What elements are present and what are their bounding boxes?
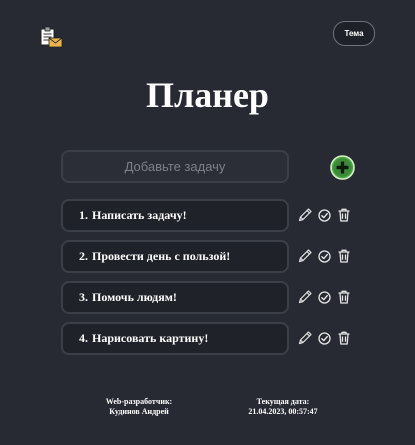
task-actions: [297, 247, 357, 265]
task-text: Нарисовать картину!: [92, 331, 209, 345]
theme-toggle-button[interactable]: Тема: [333, 21, 375, 46]
task-item[interactable]: 3. Помочь людям!: [61, 281, 289, 314]
trash-icon[interactable]: [336, 330, 352, 346]
trash-icon[interactable]: [336, 289, 352, 305]
check-circle-icon[interactable]: [318, 331, 331, 345]
page-title: Планер: [146, 75, 269, 115]
date-label: Текущая дата:: [256, 397, 310, 406]
task-number: 3.: [79, 290, 88, 304]
check-circle-icon[interactable]: [318, 208, 331, 222]
developer-name: Кудинов Андрей: [109, 407, 169, 416]
check-circle-icon[interactable]: [318, 290, 331, 304]
task-actions: [297, 288, 357, 306]
task-text: Написать задачу!: [92, 208, 187, 222]
clipboard-mail-icon[interactable]: [39, 26, 63, 48]
check-circle-icon[interactable]: [318, 249, 331, 263]
add-task-input[interactable]: [61, 150, 289, 183]
current-date-info: Текущая дата: 21.04.2023, 00:57:47: [228, 397, 338, 417]
task-actions: [297, 329, 357, 347]
task-number: 4.: [79, 331, 88, 345]
developer-info: Web-разработчик: Кудинов Андрей: [86, 397, 192, 417]
trash-icon[interactable]: [336, 248, 352, 264]
date-value: 21.04.2023, 00:57:47: [248, 407, 318, 416]
task-item[interactable]: 1. Написать задачу!: [61, 199, 289, 232]
pencil-icon[interactable]: [297, 207, 313, 223]
task-text: Помочь людям!: [92, 290, 177, 304]
task-text: Провести день с пользой!: [92, 249, 231, 263]
task-item[interactable]: 4. Нарисовать картину!: [61, 322, 289, 355]
task-actions: [297, 206, 357, 224]
developer-label: Web-разработчик:: [105, 397, 173, 406]
task-number: 2.: [79, 249, 88, 263]
add-task-button[interactable]: [330, 155, 355, 180]
pencil-icon[interactable]: [297, 330, 313, 346]
trash-icon[interactable]: [336, 207, 352, 223]
pencil-icon[interactable]: [297, 289, 313, 305]
task-number: 1.: [79, 208, 88, 222]
task-item[interactable]: 2. Провести день с пользой!: [61, 240, 289, 273]
pencil-icon[interactable]: [297, 248, 313, 264]
